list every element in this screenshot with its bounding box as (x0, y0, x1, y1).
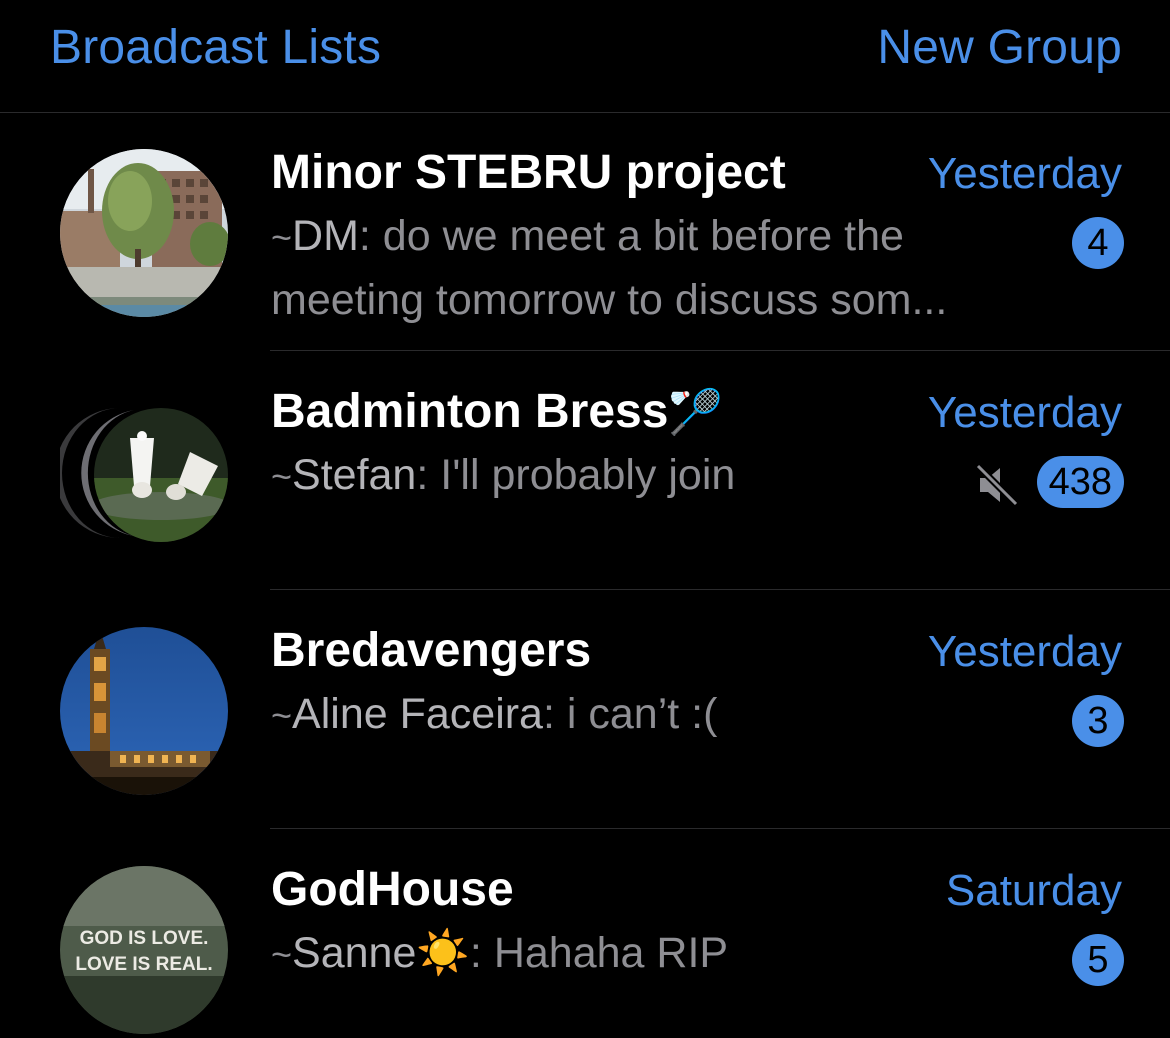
muted-speaker-icon (974, 462, 1020, 508)
avatar-text-line-2: LOVE IS REAL. (75, 954, 212, 975)
row-divider (270, 350, 1170, 351)
chat-time: Yesterday (927, 388, 1122, 437)
god-is-love-avatar: GOD IS LOVE. LOVE IS REAL. (60, 866, 228, 1034)
sender-name: DM (292, 212, 359, 260)
church-tower-photo-avatar (60, 627, 228, 795)
sun-icon: ☀️ (416, 929, 470, 977)
unread-badge: 438 (1036, 456, 1124, 508)
chat-title: GodHouse (271, 863, 514, 916)
chat-row-badminton-bress[interactable]: Badminton Bress🏸 Yesterday ~Stefan: I'll… (0, 352, 1170, 590)
message-text: : i can’t :( (542, 690, 718, 738)
row-divider (270, 589, 1170, 590)
new-group-link[interactable]: New Group (877, 20, 1122, 75)
chat-time: Yesterday (927, 149, 1122, 198)
avatar-text-line-1: GOD IS LOVE. (80, 928, 209, 949)
chat-preview: ~DM: do we meet a bit before the meeting… (271, 212, 948, 324)
building-photo-avatar (60, 149, 228, 317)
sender-name: Aline Faceira (292, 690, 543, 738)
broadcast-lists-link[interactable]: Broadcast Lists (50, 20, 381, 75)
chat-row-godhouse[interactable]: GOD IS LOVE. LOVE IS REAL. GodHouse Satu… (0, 830, 1170, 1038)
chat-title: Bredavengers (271, 624, 592, 677)
chat-list-screen: Broadcast Lists New Group Minor STEBRU p… (0, 0, 1170, 1038)
chat-time: Yesterday (927, 627, 1122, 676)
sender-name: Stefan (292, 451, 417, 499)
message-text: : I'll probably join (416, 451, 736, 499)
chat-title: Minor STEBRU project (271, 146, 786, 199)
shuttlecock-photo-avatar (94, 408, 228, 542)
chat-preview: ~Aline Faceira: i can’t :( (271, 690, 718, 738)
top-bar: Broadcast Lists New Group (0, 0, 1170, 113)
row-divider (270, 828, 1170, 829)
badminton-icon: 🏸 (668, 388, 724, 437)
unread-badge: 4 (1072, 217, 1124, 269)
chat-title: Badminton Bress🏸 (271, 385, 724, 438)
chat-preview: ~Sanne☀️: Hahaha RIP (271, 929, 729, 977)
chat-row-minor-stebru[interactable]: Minor STEBRU project Yesterday ~DM: do w… (0, 113, 1170, 351)
chat-row-bredavengers[interactable]: Bredavengers Yesterday ~Aline Faceira: i… (0, 591, 1170, 829)
chat-time: Saturday (945, 866, 1122, 915)
unread-badge: 5 (1072, 934, 1124, 986)
message-text: : Hahaha RIP (469, 929, 729, 977)
sender-name: Sanne (292, 929, 417, 977)
chat-preview: ~Stefan: I'll probably join (271, 451, 736, 499)
message-text: : do we meet a bit before the meeting to… (271, 212, 948, 324)
unread-badge: 3 (1072, 695, 1124, 747)
